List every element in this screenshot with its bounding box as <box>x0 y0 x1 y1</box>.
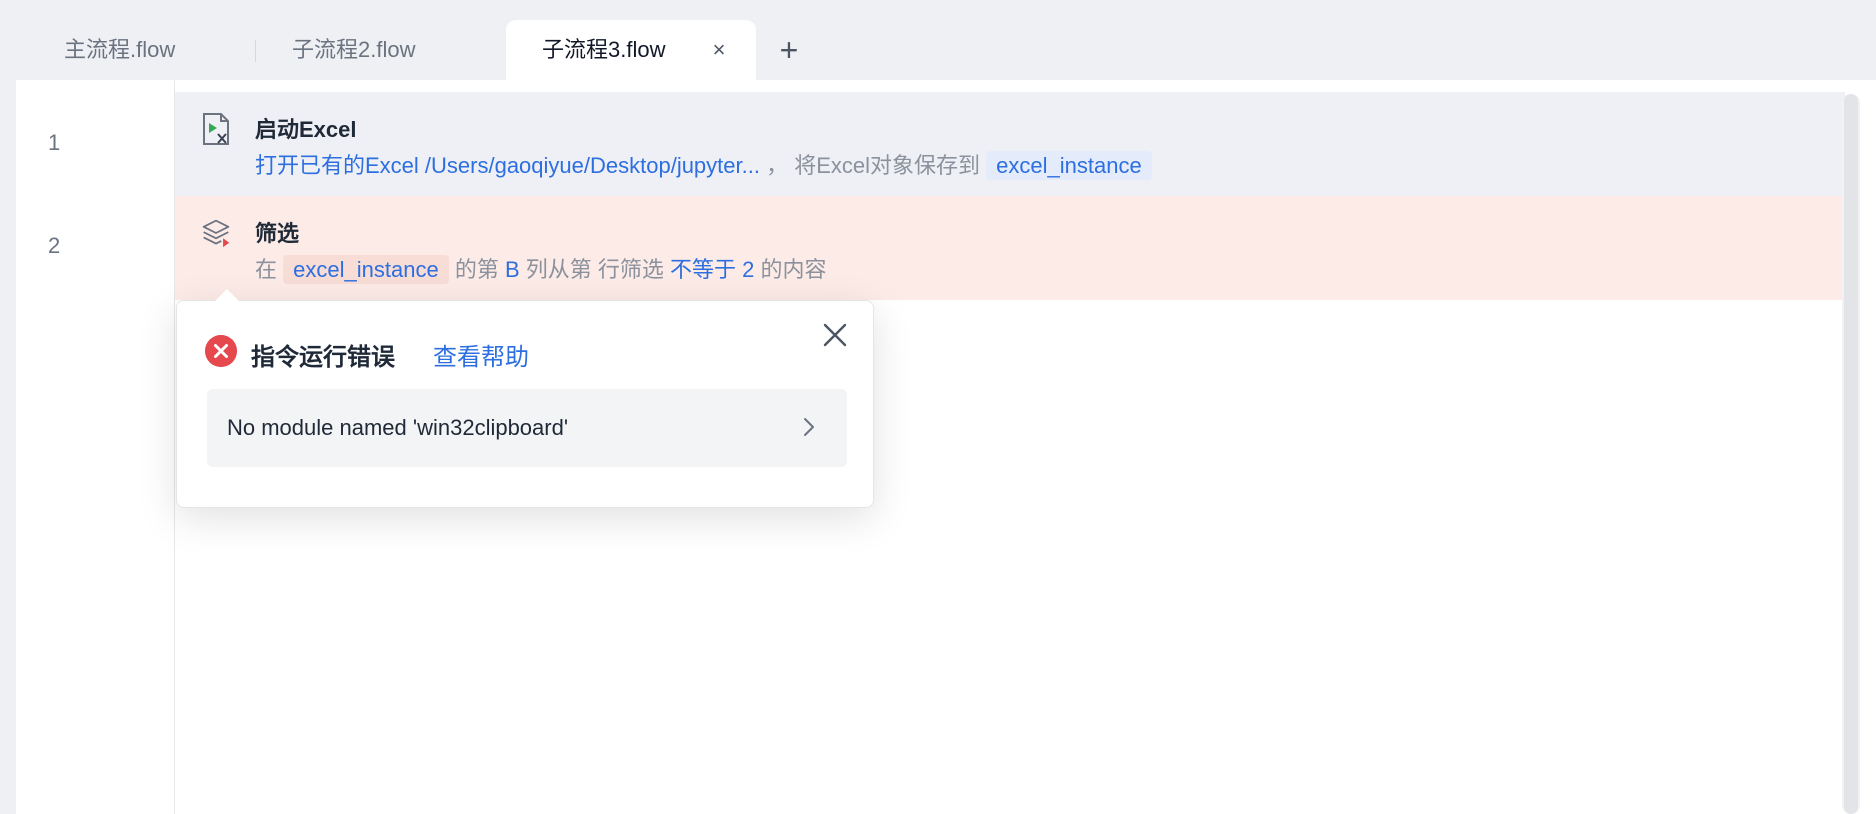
instruction-row-filter[interactable]: 筛选 在 excel_instance 的第 B 列从第 行筛选 不等于 2 的… <box>175 196 1845 300</box>
error-popover: 指令运行错误 查看帮助 No module named 'win32clipbo… <box>176 289 874 508</box>
instruction-row-launch-excel[interactable]: 启动Excel 打开已有的Excel /Users/gaoqiyue/Deskt… <box>175 92 1845 196</box>
tab-subflow-3[interactable]: 子流程3.flow × <box>506 20 756 80</box>
desc-text: 的第 <box>454 257 499 282</box>
error-detail-row[interactable]: No module named 'win32clipboard' <box>207 389 847 467</box>
error-message: No module named 'win32clipboard' <box>227 415 569 440</box>
instruction-list: 启动Excel 打开已有的Excel /Users/gaoqiyue/Deskt… <box>175 92 1845 300</box>
instruction-description: 在 excel_instance 的第 B 列从第 行筛选 不等于 2 的内容 <box>255 252 827 284</box>
tab-subflow-2[interactable]: 子流程2.flow <box>292 20 415 80</box>
desc-text: ， 将Excel对象保存到 <box>766 153 981 178</box>
tab-close-icon[interactable]: × <box>704 20 734 80</box>
popover-arrow <box>215 289 239 301</box>
excel-launch-icon <box>203 113 229 145</box>
tab-label: 子流程3.flow <box>542 37 666 62</box>
instruction-title: 启动Excel <box>255 117 357 142</box>
error-circle-icon <box>205 335 237 367</box>
input-variable[interactable]: excel_instance <box>283 255 449 284</box>
view-help-link[interactable]: 查看帮助 <box>433 337 529 372</box>
tab-divider <box>255 40 256 62</box>
scrollbar-thumb[interactable] <box>1844 94 1858 814</box>
column-param[interactable]: B <box>505 257 520 282</box>
line-gutter: 1 2 <box>16 80 175 814</box>
add-tab-button[interactable]: + <box>774 28 804 72</box>
tab-main-flow[interactable]: 主流程.flow <box>64 20 175 80</box>
output-variable[interactable]: excel_instance <box>986 151 1152 180</box>
vertical-scrollbar[interactable] <box>1842 94 1860 814</box>
desc-text: 的内容 <box>760 257 827 282</box>
value-param[interactable]: 2 <box>742 257 754 282</box>
error-title: 指令运行错误 <box>251 344 395 371</box>
file-path-param[interactable]: 打开已有的Excel /Users/gaoqiyue/Desktop/jupyt… <box>255 153 760 178</box>
instruction-description: 打开已有的Excel /Users/gaoqiyue/Desktop/jupyt… <box>255 148 1152 180</box>
instruction-title: 筛选 <box>255 221 300 246</box>
line-number: 1 <box>48 130 61 155</box>
tab-bar: 主流程.flow 子流程2.flow 子流程3.flow × + <box>0 0 1876 80</box>
desc-text: 在 <box>255 257 278 282</box>
layers-filter-icon <box>202 219 230 248</box>
chevron-right-icon <box>804 418 814 436</box>
line-number: 2 <box>48 233 61 258</box>
operator-param[interactable]: 不等于 <box>670 257 736 282</box>
desc-text: 列从第 行筛选 <box>525 257 664 282</box>
close-icon[interactable] <box>819 319 851 351</box>
